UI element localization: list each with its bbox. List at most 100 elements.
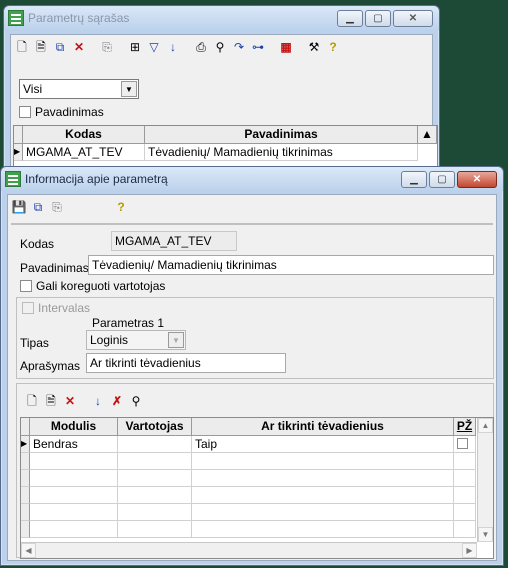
find-icon[interactable]: ⚲ — [212, 39, 228, 55]
row-code[interactable]: MGAMA_AT_TEV — [23, 144, 145, 161]
new-document-icon[interactable]: 🗋 — [14, 39, 30, 55]
parameter-info-window: Informacija apie parametrą ▁ ▢ ✕ 💾 ⧉ ⎘ ?… — [0, 166, 504, 566]
scroll-down-icon[interactable]: ▼ — [478, 527, 493, 542]
modules-grid: Modulis Vartotojas Ar tikrinti tėvadieni… — [20, 417, 494, 559]
copy-icon[interactable]: ⎘ — [99, 39, 115, 55]
close-button[interactable]: ✕ — [457, 170, 497, 188]
row-name[interactable]: Tėvadienių/ Mamadienių tikrinimas — [145, 144, 418, 161]
sort-icon[interactable]: ↓ — [165, 39, 181, 55]
scroll-right-icon[interactable]: ▶ — [462, 543, 477, 558]
delete-icon[interactable]: ✕ — [62, 393, 78, 409]
filter-value: Visi — [23, 82, 43, 96]
empty-cell — [118, 453, 192, 470]
tools-icon[interactable]: ⚒ — [306, 39, 322, 55]
row-pz-cell[interactable] — [454, 436, 476, 453]
hierarchy-icon[interactable]: ⊶ — [250, 39, 266, 55]
empty-cell — [454, 470, 476, 487]
help-icon[interactable]: ? — [325, 39, 341, 55]
empty-cell — [454, 521, 476, 538]
clear-filter-icon[interactable]: ✗ — [109, 393, 125, 409]
checkbox-box[interactable] — [22, 302, 34, 314]
edit-document-icon[interactable]: 🗎 — [43, 393, 59, 409]
maximize-button[interactable]: ▢ — [429, 170, 455, 188]
name-field[interactable]: Tėvadienių/ Mamadienių tikrinimas — [88, 255, 494, 275]
name-label: Pavadinimas — [20, 261, 89, 275]
column-header-name[interactable]: Pavadinimas — [145, 126, 418, 144]
pz-checkbox[interactable] — [457, 438, 468, 449]
empty-cell — [30, 453, 118, 470]
chevron-down-icon[interactable]: ▼ — [168, 332, 184, 348]
edit-document-icon[interactable]: 🗎 — [33, 39, 49, 55]
empty-cell — [30, 470, 118, 487]
row-module[interactable]: Bendras — [30, 436, 118, 453]
header-indicator — [14, 126, 23, 144]
empty-cell — [30, 521, 118, 538]
list-window-client: 🗋 🗎 ⧉ ✕ ⎘ ⊞ ▽ ↓ ⎙ ⚲ ↷ ⊶ ▦ ⚒ ? Visi ▼ Pav… — [10, 34, 438, 185]
empty-cell — [192, 487, 454, 504]
user-editable-checkbox[interactable]: Gali koreguoti vartotojas — [20, 279, 165, 293]
empty-cell — [192, 504, 454, 521]
column-header-check[interactable]: Ar tikrinti tėvadienius — [192, 418, 454, 436]
row-user[interactable] — [118, 436, 192, 453]
tree-icon[interactable]: ⊞ — [127, 39, 143, 55]
empty-cell — [30, 487, 118, 504]
empty-row-indicator — [21, 470, 30, 487]
empty-cell — [192, 521, 454, 538]
empty-cell — [454, 453, 476, 470]
description-field[interactable]: Ar tikrinti tėvadienius — [86, 353, 286, 373]
filter-icon[interactable]: ▽ — [146, 39, 162, 55]
copy-tree-icon[interactable]: ⧉ — [52, 39, 68, 55]
code-field[interactable]: MGAMA_AT_TEV — [111, 231, 237, 251]
column-header-code[interactable]: Kodas — [23, 126, 145, 144]
name-checkbox[interactable]: Pavadinimas — [19, 105, 104, 119]
checkbox-box[interactable] — [20, 280, 32, 292]
type-combo[interactable]: Loginis ▼ — [86, 330, 186, 350]
info-toolbar: 💾 ⧉ ⎘ ? — [8, 195, 496, 219]
close-button[interactable]: ✕ — [393, 9, 433, 27]
type-label: Tipas — [20, 336, 49, 350]
print-icon[interactable]: ⎙ — [193, 39, 209, 55]
row-indicator: ▶ — [14, 144, 23, 161]
minimize-button[interactable]: ▁ — [401, 170, 427, 188]
scroll-up-icon[interactable]: ▲ — [478, 418, 493, 433]
checkbox-box[interactable] — [19, 106, 31, 118]
scroll-left-icon[interactable]: ◀ — [21, 543, 36, 558]
row-value[interactable]: Taip — [192, 436, 454, 453]
grid-toolbar: 🗋 🗎 ✕ ↓ ✗ ⚲ — [24, 389, 144, 413]
intervals-checkbox[interactable]: Intervalas — [22, 301, 90, 315]
new-document-icon[interactable]: 🗋 — [24, 393, 40, 409]
empty-row-indicator — [21, 521, 30, 538]
empty-cell — [30, 504, 118, 521]
chevron-down-icon[interactable]: ▼ — [121, 81, 137, 97]
vertical-scrollbar[interactable]: ▲ ▼ — [477, 418, 493, 542]
minimize-button[interactable]: ▁ — [337, 9, 363, 27]
filter-combo[interactable]: Visi ▼ — [19, 79, 139, 99]
list-toolbar: 🗋 🗎 ⧉ ✕ ⎘ ⊞ ▽ ↓ ⎙ ⚲ ↷ ⊶ ▦ ⚒ ? — [11, 35, 432, 59]
parameters-list-window: Parametrų sąrašas ▁ ▢ ✕ 🗋 🗎 ⧉ ✕ ⎘ ⊞ ▽ ↓ … — [3, 5, 440, 185]
find-icon[interactable]: ⚲ — [128, 393, 144, 409]
delete-icon[interactable]: ✕ — [71, 39, 87, 55]
empty-row-indicator — [21, 504, 30, 521]
code-label: Kodas — [20, 237, 55, 251]
empty-cell — [118, 470, 192, 487]
save-icon[interactable]: 💾 — [11, 199, 27, 215]
help-icon[interactable]: ? — [113, 199, 129, 215]
copy-tree-icon[interactable]: ⧉ — [30, 199, 46, 215]
row-indicator: ▶ — [21, 436, 30, 453]
copy-icon[interactable]: ⎘ — [49, 199, 65, 215]
column-header-module[interactable]: Modulis — [30, 418, 118, 436]
header-indicator — [21, 418, 30, 436]
user-editable-label: Gali koreguoti vartotojas — [36, 279, 166, 293]
list-window-titlebar[interactable]: Parametrų sąrašas ▁ ▢ ✕ — [4, 6, 439, 30]
empty-cell — [192, 453, 454, 470]
maximize-button[interactable]: ▢ — [365, 9, 391, 27]
info-window-titlebar[interactable]: Informacija apie parametrą ▁ ▢ ✕ — [1, 167, 503, 191]
column-header-pz[interactable]: PŽ — [454, 418, 476, 436]
grid-icon[interactable]: ▦ — [278, 39, 294, 55]
sort-icon[interactable]: ↓ — [90, 393, 106, 409]
info-window-client: 💾 ⧉ ⎘ ? Kodas MGAMA_AT_TEV Pavadinimas T… — [7, 194, 497, 561]
column-header-user[interactable]: Vartotojas — [118, 418, 192, 436]
horizontal-scrollbar[interactable]: ◀ ▶ — [21, 542, 477, 558]
refresh-icon[interactable]: ↷ — [231, 39, 247, 55]
scroll-up-button[interactable]: ▲ — [418, 126, 437, 144]
